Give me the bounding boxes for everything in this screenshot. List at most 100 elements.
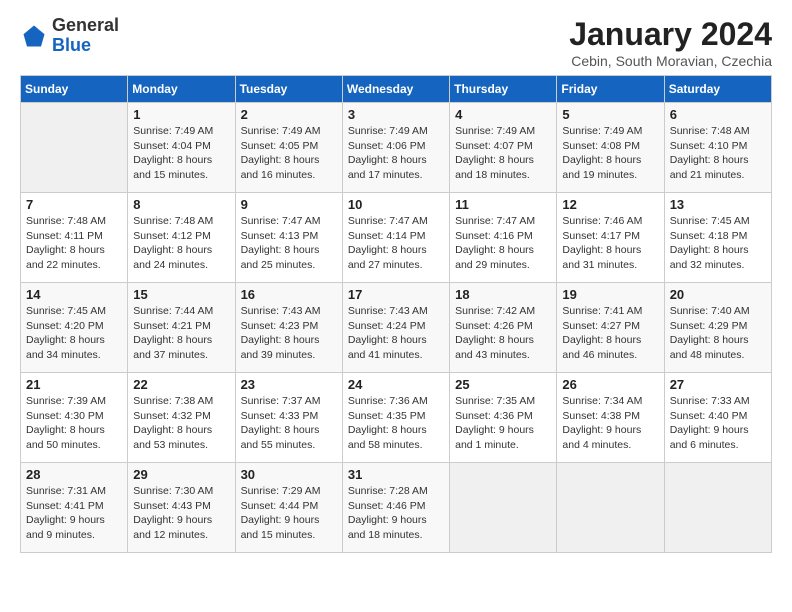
calendar-cell: 29 Sunrise: 7:30 AMSunset: 4:43 PMDayligh… xyxy=(128,463,235,553)
month-title: January 2024 xyxy=(569,16,772,53)
calendar-cell: 26 Sunrise: 7:34 AMSunset: 4:38 PMDayligh… xyxy=(557,373,664,463)
day-number: 11 xyxy=(455,197,551,212)
day-info: Sunrise: 7:42 AMSunset: 4:26 PMDaylight:… xyxy=(455,304,551,363)
logo-text: General Blue xyxy=(52,16,119,56)
calendar-cell: 20 Sunrise: 7:40 AMSunset: 4:29 PMDayligh… xyxy=(664,283,771,373)
calendar-cell: 9Sunrise: 7:47 AMSunset: 4:13 PMDaylight… xyxy=(235,193,342,283)
day-number: 23 xyxy=(241,377,337,392)
day-number: 13 xyxy=(670,197,766,212)
calendar-cell: 27 Sunrise: 7:33 AMSunset: 4:40 PMDayligh… xyxy=(664,373,771,463)
day-info: Sunrise: 7:33 AMSunset: 4:40 PMDaylight:… xyxy=(670,394,766,453)
day-info: Sunrise: 7:49 AMSunset: 4:07 PMDaylight:… xyxy=(455,124,551,183)
calendar-cell xyxy=(557,463,664,553)
day-info: Sunrise: 7:45 AMSunset: 4:20 PMDaylight:… xyxy=(26,304,122,363)
day-info: Sunrise: 7:35 AMSunset: 4:36 PMDaylight:… xyxy=(455,394,551,453)
calendar-cell: 16Sunrise: 7:43 AMSunset: 4:23 PMDayligh… xyxy=(235,283,342,373)
day-info: Sunrise: 7:40 AMSunset: 4:29 PMDaylight:… xyxy=(670,304,766,363)
day-of-week-header: Thursday xyxy=(450,76,557,103)
calendar-cell: 15 Sunrise: 7:44 AMSunset: 4:21 PMDayligh… xyxy=(128,283,235,373)
calendar-cell: 14 Sunrise: 7:45 AMSunset: 4:20 PMDayligh… xyxy=(21,283,128,373)
calendar-body: 1 Sunrise: 7:49 AMSunset: 4:04 PMDaylight… xyxy=(21,103,772,553)
day-of-week-header: Wednesday xyxy=(342,76,449,103)
calendar-week-row: 28Sunrise: 7:31 AMSunset: 4:41 PMDayligh… xyxy=(21,463,772,553)
page-header: General Blue January 2024 Cebin, South M… xyxy=(20,16,772,69)
day-info: Sunrise: 7:34 AMSunset: 4:38 PMDaylight:… xyxy=(562,394,658,453)
day-number: 8 xyxy=(133,197,229,212)
day-number: 18 xyxy=(455,287,551,302)
day-number: 30 xyxy=(241,467,337,482)
logo-icon xyxy=(20,22,48,50)
day-info: Sunrise: 7:45 AMSunset: 4:18 PMDaylight:… xyxy=(670,214,766,273)
day-number: 24 xyxy=(348,377,444,392)
day-number: 5 xyxy=(562,107,658,122)
calendar-cell: 23 Sunrise: 7:37 AMSunset: 4:33 PMDayligh… xyxy=(235,373,342,463)
day-number: 29 xyxy=(133,467,229,482)
day-number: 22 xyxy=(133,377,229,392)
day-info: Sunrise: 7:28 AMSunset: 4:46 PMDaylight:… xyxy=(348,484,444,543)
day-info: Sunrise: 7:29 AMSunset: 4:44 PMDaylight:… xyxy=(241,484,337,543)
calendar-cell: 11Sunrise: 7:47 AMSunset: 4:16 PMDayligh… xyxy=(450,193,557,283)
calendar-cell xyxy=(664,463,771,553)
day-number: 20 xyxy=(670,287,766,302)
day-number: 10 xyxy=(348,197,444,212)
calendar-header-row: SundayMondayTuesdayWednesdayThursdayFrid… xyxy=(21,76,772,103)
calendar-cell: 2 Sunrise: 7:49 AMSunset: 4:05 PMDaylight… xyxy=(235,103,342,193)
calendar-cell: 21Sunrise: 7:39 AMSunset: 4:30 PMDayligh… xyxy=(21,373,128,463)
calendar-table: SundayMondayTuesdayWednesdayThursdayFrid… xyxy=(20,75,772,553)
day-info: Sunrise: 7:48 AMSunset: 4:12 PMDaylight:… xyxy=(133,214,229,273)
day-number: 7 xyxy=(26,197,122,212)
calendar-cell: 22Sunrise: 7:38 AMSunset: 4:32 PMDayligh… xyxy=(128,373,235,463)
day-number: 6 xyxy=(670,107,766,122)
day-info: Sunrise: 7:37 AMSunset: 4:33 PMDaylight:… xyxy=(241,394,337,453)
day-info: Sunrise: 7:46 AMSunset: 4:17 PMDaylight:… xyxy=(562,214,658,273)
calendar-cell: 24 Sunrise: 7:36 AMSunset: 4:35 PMDayligh… xyxy=(342,373,449,463)
calendar-cell: 31 Sunrise: 7:28 AMSunset: 4:46 PMDayligh… xyxy=(342,463,449,553)
day-info: Sunrise: 7:49 AMSunset: 4:04 PMDaylight:… xyxy=(133,124,229,183)
location-subtitle: Cebin, South Moravian, Czechia xyxy=(569,53,772,69)
calendar-cell: 7 Sunrise: 7:48 AMSunset: 4:11 PMDaylight… xyxy=(21,193,128,283)
day-of-week-header: Tuesday xyxy=(235,76,342,103)
day-number: 14 xyxy=(26,287,122,302)
calendar-cell: 10Sunrise: 7:47 AMSunset: 4:14 PMDayligh… xyxy=(342,193,449,283)
day-number: 28 xyxy=(26,467,122,482)
day-of-week-header: Sunday xyxy=(21,76,128,103)
day-number: 19 xyxy=(562,287,658,302)
day-info: Sunrise: 7:49 AMSunset: 4:05 PMDaylight:… xyxy=(241,124,337,183)
title-block: January 2024 Cebin, South Moravian, Czec… xyxy=(569,16,772,69)
calendar-cell: 3Sunrise: 7:49 AMSunset: 4:06 PMDaylight… xyxy=(342,103,449,193)
day-info: Sunrise: 7:48 AMSunset: 4:11 PMDaylight:… xyxy=(26,214,122,273)
day-info: Sunrise: 7:43 AMSunset: 4:23 PMDaylight:… xyxy=(241,304,337,363)
day-info: Sunrise: 7:49 AMSunset: 4:06 PMDaylight:… xyxy=(348,124,444,183)
day-number: 15 xyxy=(133,287,229,302)
calendar-cell xyxy=(450,463,557,553)
day-number: 27 xyxy=(670,377,766,392)
calendar-week-row: 7 Sunrise: 7:48 AMSunset: 4:11 PMDaylight… xyxy=(21,193,772,283)
calendar-cell xyxy=(21,103,128,193)
day-info: Sunrise: 7:44 AMSunset: 4:21 PMDaylight:… xyxy=(133,304,229,363)
calendar-week-row: 1 Sunrise: 7:49 AMSunset: 4:04 PMDaylight… xyxy=(21,103,772,193)
day-info: Sunrise: 7:30 AMSunset: 4:43 PMDaylight:… xyxy=(133,484,229,543)
calendar-cell: 18 Sunrise: 7:42 AMSunset: 4:26 PMDayligh… xyxy=(450,283,557,373)
logo: General Blue xyxy=(20,16,119,56)
calendar-cell: 4 Sunrise: 7:49 AMSunset: 4:07 PMDaylight… xyxy=(450,103,557,193)
day-info: Sunrise: 7:36 AMSunset: 4:35 PMDaylight:… xyxy=(348,394,444,453)
calendar-cell: 28Sunrise: 7:31 AMSunset: 4:41 PMDayligh… xyxy=(21,463,128,553)
day-number: 26 xyxy=(562,377,658,392)
day-info: Sunrise: 7:49 AMSunset: 4:08 PMDaylight:… xyxy=(562,124,658,183)
day-number: 17 xyxy=(348,287,444,302)
calendar-week-row: 21Sunrise: 7:39 AMSunset: 4:30 PMDayligh… xyxy=(21,373,772,463)
day-of-week-header: Monday xyxy=(128,76,235,103)
calendar-week-row: 14 Sunrise: 7:45 AMSunset: 4:20 PMDayligh… xyxy=(21,283,772,373)
calendar-cell: 12Sunrise: 7:46 AMSunset: 4:17 PMDayligh… xyxy=(557,193,664,283)
day-info: Sunrise: 7:48 AMSunset: 4:10 PMDaylight:… xyxy=(670,124,766,183)
calendar-cell: 1 Sunrise: 7:49 AMSunset: 4:04 PMDaylight… xyxy=(128,103,235,193)
day-number: 4 xyxy=(455,107,551,122)
calendar-cell: 17Sunrise: 7:43 AMSunset: 4:24 PMDayligh… xyxy=(342,283,449,373)
day-info: Sunrise: 7:39 AMSunset: 4:30 PMDaylight:… xyxy=(26,394,122,453)
day-number: 31 xyxy=(348,467,444,482)
day-number: 1 xyxy=(133,107,229,122)
day-number: 2 xyxy=(241,107,337,122)
calendar-cell: 13 Sunrise: 7:45 AMSunset: 4:18 PMDayligh… xyxy=(664,193,771,283)
day-of-week-header: Friday xyxy=(557,76,664,103)
calendar-cell: 5 Sunrise: 7:49 AMSunset: 4:08 PMDaylight… xyxy=(557,103,664,193)
